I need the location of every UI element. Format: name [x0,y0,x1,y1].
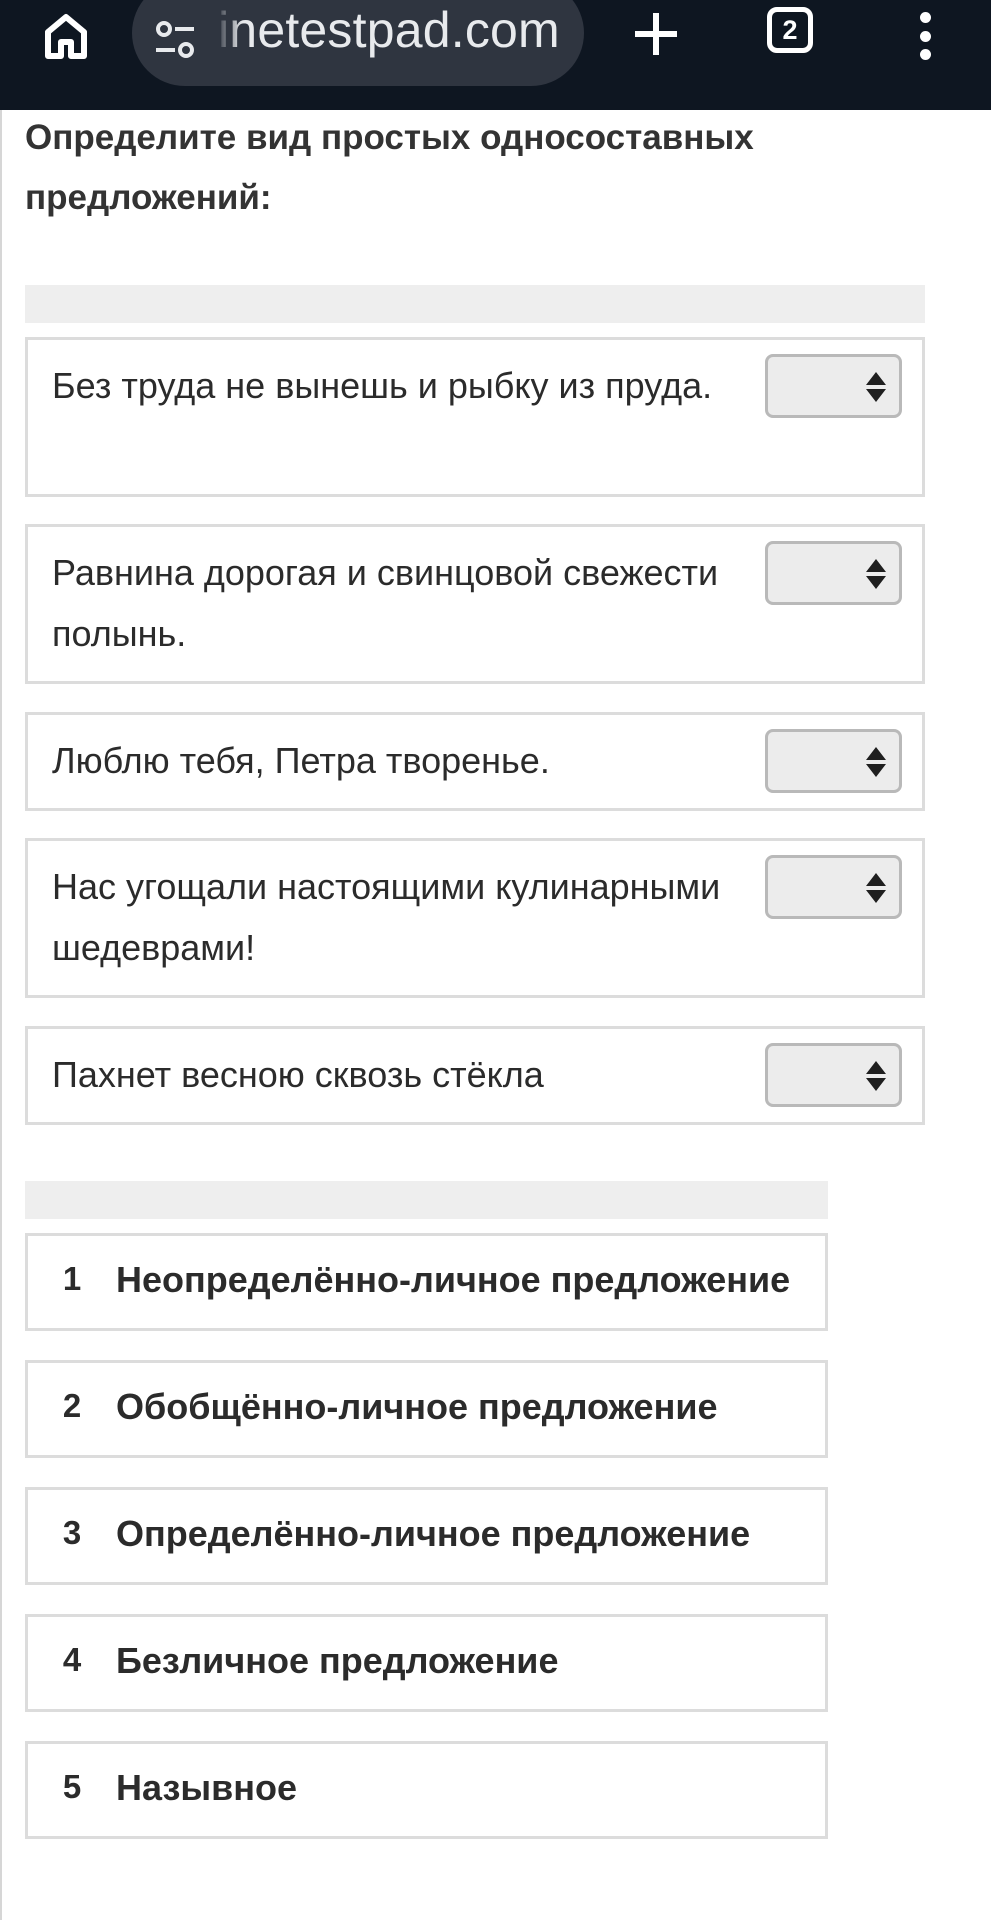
sentence-row: Пахнет весною сквозь стёкла [25,1026,925,1125]
answer-number: 2 [62,1387,82,1424]
answer-label: Неопределённо-личное предложение [116,1259,791,1300]
sentence-row: Люблю тебя, Петра творенье. [25,712,925,811]
sentence-row: Нас угощали настоящими кулинарными шедев… [25,838,925,998]
address-bar[interactable]: inetestpad.com [132,0,584,86]
answer-option: 5 Назывное [25,1741,828,1839]
answer-number: 1 [62,1260,82,1297]
tab-count: 2 [782,14,798,45]
page-edge [0,110,2,1920]
answer-option: 4 Безличное предложение [25,1614,828,1712]
answers-header-strip [25,1181,828,1219]
home-icon [45,14,87,59]
answer-number: 5 [62,1768,82,1805]
sentence-text: Нас угощали настоящими кулинарными шедев… [52,866,721,968]
answer-label: Назывное [116,1767,297,1808]
answer-option: 3 Определённо-личное предложение [25,1487,828,1585]
sentence-row: Без труда не вынешь и рыбку из пруда. [25,337,925,497]
answer-number: 3 [62,1514,82,1551]
url-text[interactable]: inetestpad.com [218,0,560,60]
menu-dot [919,49,931,60]
sentence-text: Равнина дорогая и свинцовой свежести пол… [52,552,719,654]
tab-switcher-icon[interactable]: 2 [767,7,813,53]
home-button[interactable] [34,4,98,68]
question-title: Определите вид простых односоставных пре… [25,118,754,217]
answer-option: 2 Обобщённо-личное предложение [25,1360,828,1458]
new-tab-plus-icon [635,13,677,55]
answer-label: Обобщённо-личное предложение [116,1386,718,1427]
answer-option: 1 Неопределённо-личное предложение [25,1233,828,1331]
answer-select[interactable] [765,729,902,793]
answer-select[interactable] [765,855,902,919]
new-tab-button[interactable] [626,4,686,64]
answer-number: 4 [62,1641,82,1678]
more-menu-icon[interactable] [905,4,945,68]
sentence-row: Равнина дорогая и свинцовой свежести пол… [25,524,925,684]
url-fade [216,0,242,70]
select-arrows-icon [866,873,886,903]
select-arrows-icon [866,372,886,402]
answer-label: Безличное предложение [116,1640,559,1681]
answer-select[interactable] [765,354,902,418]
browser-toolbar: inetestpad.com 2 [0,0,991,110]
sentence-text: Люблю тебя, Петра творенье. [52,740,550,781]
sentence-text: Пахнет весною сквозь стёкла [52,1054,544,1095]
menu-dot [919,30,931,42]
select-arrows-icon [866,747,886,777]
select-arrows-icon [866,1061,886,1091]
select-arrows-icon [866,559,886,589]
sentence-text: Без труда не вынешь и рыбку из пруда. [52,365,713,406]
menu-dot [919,12,931,23]
answer-select[interactable] [765,541,902,605]
site-settings-icon[interactable] [154,18,196,62]
sentences-header-strip [25,285,925,323]
answer-select[interactable] [765,1043,902,1107]
answer-label: Определённо-личное предложение [116,1513,751,1554]
